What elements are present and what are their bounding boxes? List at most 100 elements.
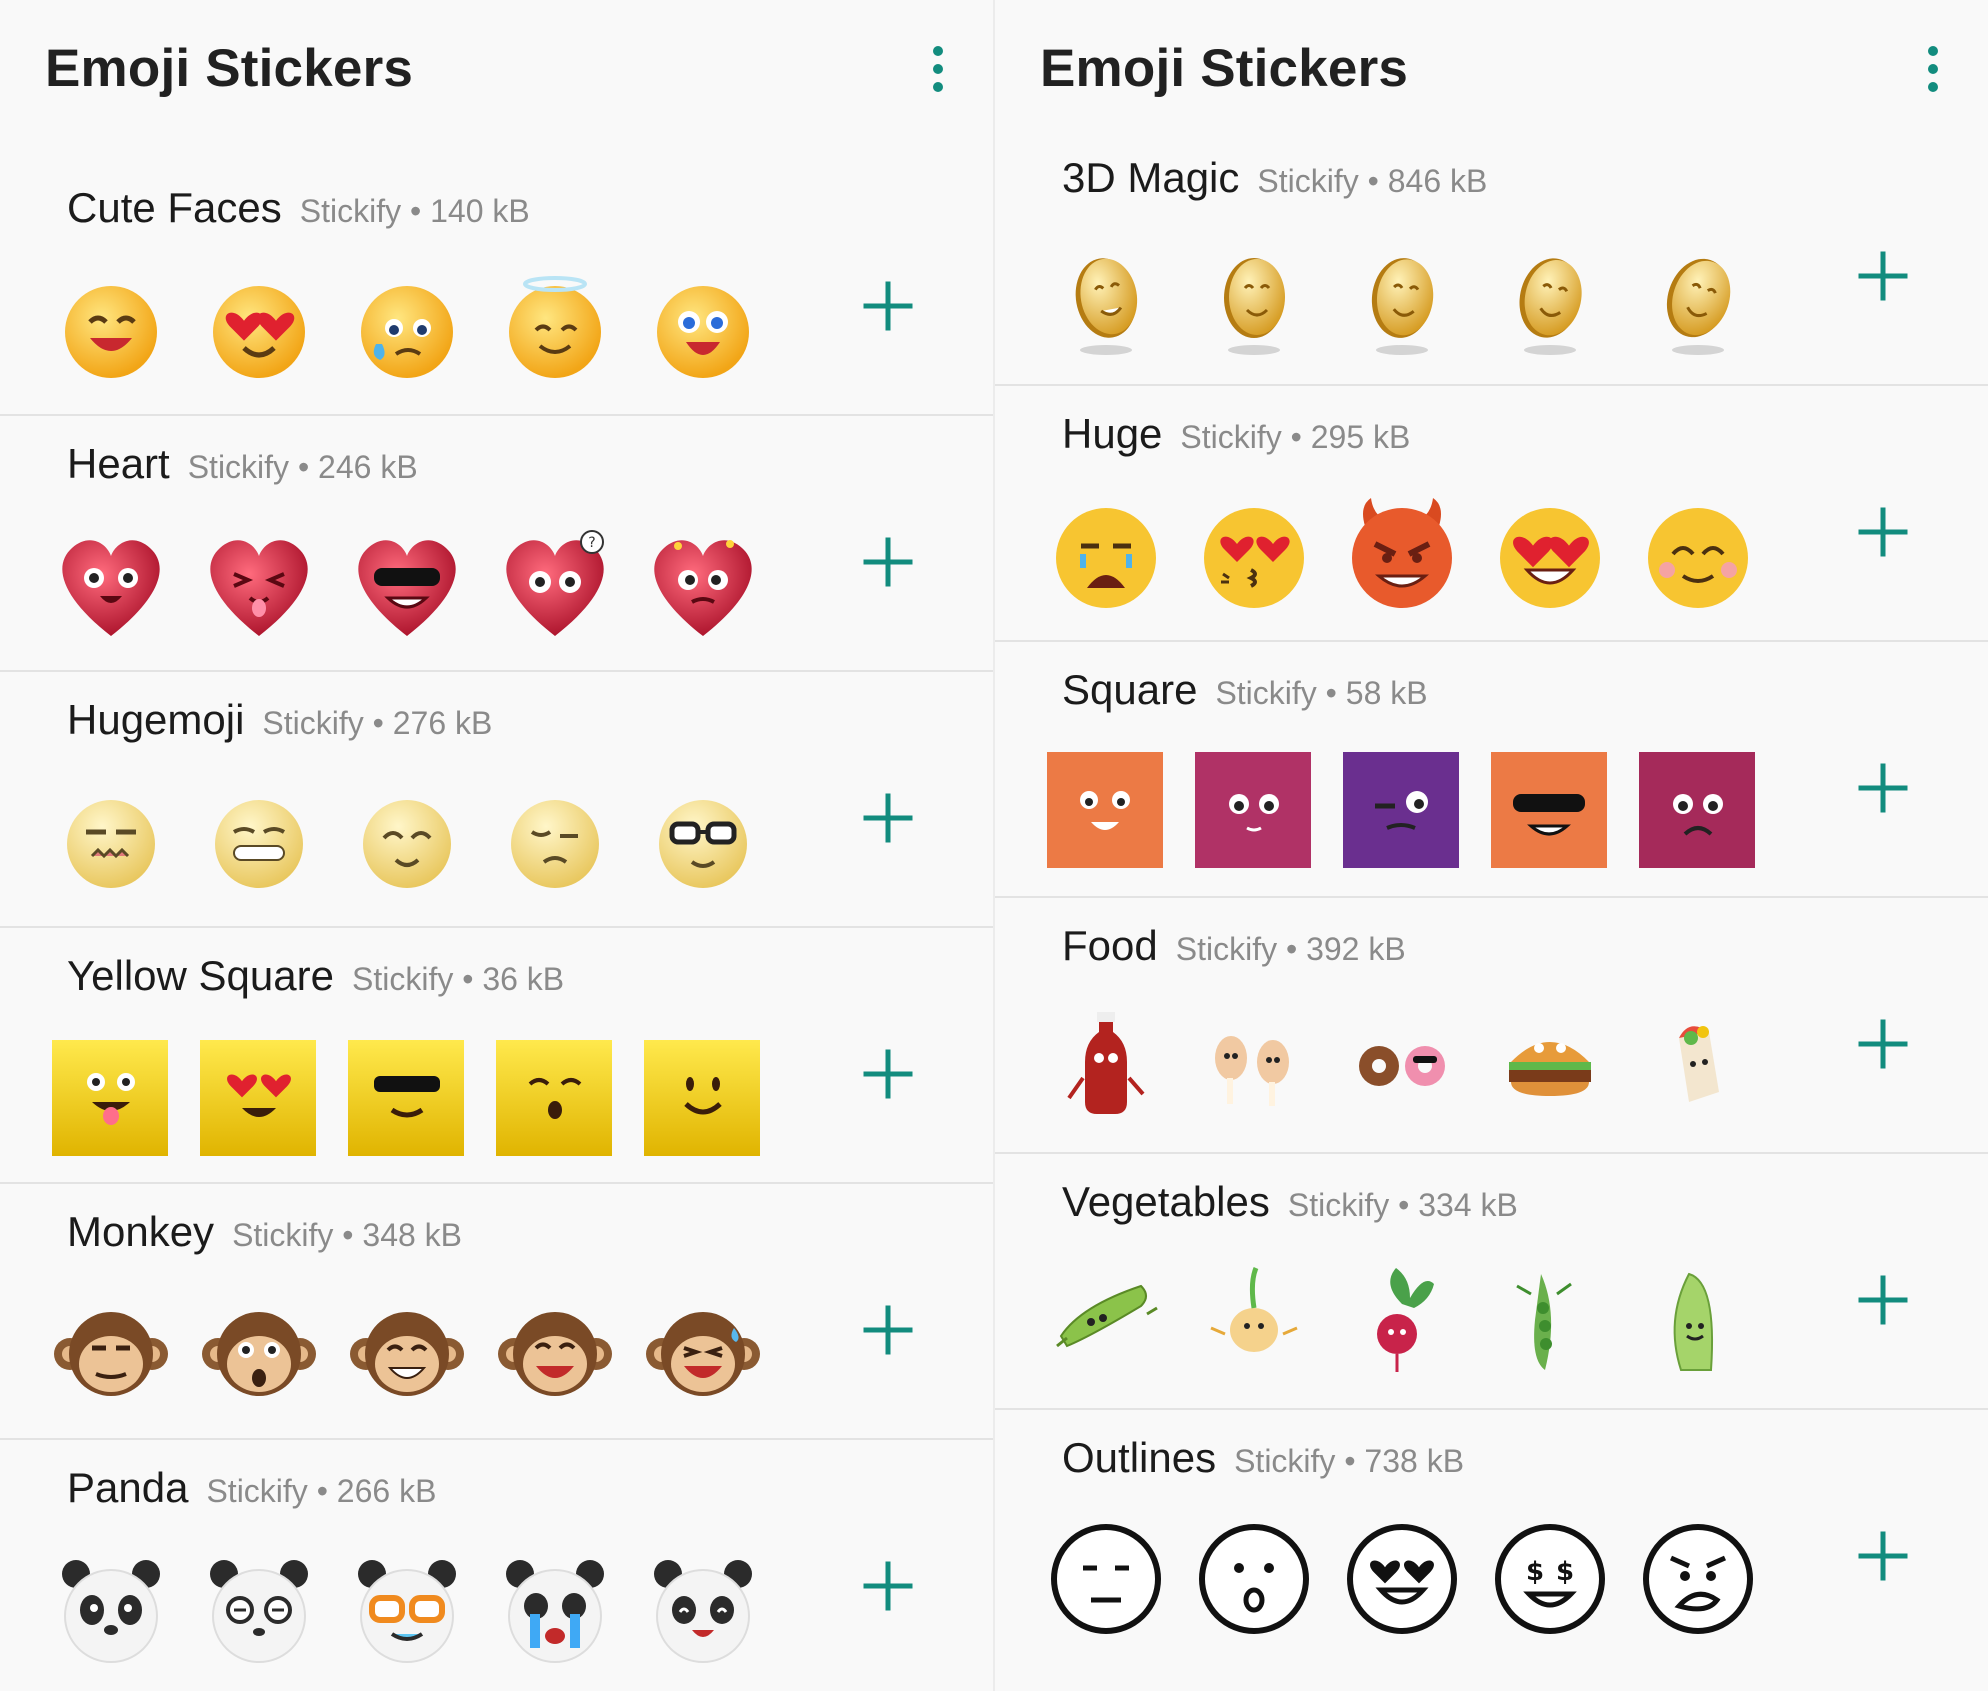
monkey-surprised-icon[interactable] <box>200 1294 318 1412</box>
more-vert-icon[interactable] <box>1923 46 1943 102</box>
pack-meta: Stickify • 295 kB <box>1180 419 1411 455</box>
ketchup-bottle-icon[interactable] <box>1047 1008 1165 1126</box>
add-plus-icon[interactable] <box>860 1046 916 1102</box>
coin-face-1-icon[interactable] <box>1047 240 1165 358</box>
pea-pod-icon[interactable] <box>1491 1264 1609 1382</box>
pack-header: Monkey Stickify • 348 kB <box>67 1208 462 1256</box>
pale-grin-icon[interactable] <box>200 782 318 900</box>
more-vert-icon[interactable] <box>928 46 948 102</box>
chicken-legs-icon[interactable] <box>1195 1008 1313 1126</box>
sticker-pack-row[interactable]: Panda Stickify • 266 kB <box>0 1440 993 1691</box>
panda-glasses-icon[interactable] <box>348 1550 466 1668</box>
radish-icon[interactable] <box>1343 1264 1461 1382</box>
sticker-pack-row[interactable]: Vegetables Stickify • 334 kB <box>995 1154 1988 1410</box>
sticker-pack-row[interactable]: 3D Magic Stickify • 846 kB <box>995 130 1988 386</box>
heart-question-icon[interactable]: ? <box>496 526 614 644</box>
crimson-square-face-icon[interactable] <box>1639 752 1757 870</box>
coin-face-4-icon[interactable] <box>1491 240 1609 358</box>
panda-neutral-icon[interactable] <box>52 1550 170 1668</box>
sticker-pack-row[interactable]: Food Stickify • 392 kB <box>995 898 1988 1154</box>
sticker-pack-row[interactable]: Huge Stickify • 295 kB <box>995 386 1988 642</box>
outline-angry-icon[interactable] <box>1639 1520 1757 1638</box>
coin-face-3-icon[interactable] <box>1343 240 1461 358</box>
heart-eyes-face-icon[interactable] <box>200 270 318 388</box>
add-plus-icon[interactable] <box>860 1302 916 1358</box>
orange-sunglasses-square-icon[interactable] <box>1491 752 1609 870</box>
pale-grimace-icon[interactable] <box>52 782 170 900</box>
devil-face-icon[interactable] <box>1343 496 1461 614</box>
burrito-icon[interactable] <box>1639 1008 1757 1126</box>
pale-confused-icon[interactable] <box>496 782 614 900</box>
add-plus-icon[interactable] <box>1855 248 1911 304</box>
pale-smile-icon[interactable] <box>348 782 466 900</box>
burger-icon[interactable] <box>1491 1008 1609 1126</box>
heart-eyes-face-icon[interactable] <box>1491 496 1609 614</box>
app-bar: Emoji Stickers <box>0 0 993 150</box>
add-plus-icon[interactable] <box>860 534 916 590</box>
heart-laughing-icon[interactable] <box>52 526 170 644</box>
purple-square-face-icon[interactable] <box>1343 752 1461 870</box>
sad-tear-face-icon[interactable] <box>348 270 466 388</box>
coin-face-2-icon[interactable] <box>1195 240 1313 358</box>
pack-header: Hugemoji Stickify • 276 kB <box>67 696 492 744</box>
add-plus-icon[interactable] <box>1855 760 1911 816</box>
add-plus-icon[interactable] <box>860 278 916 334</box>
heart-dizzy-icon[interactable] <box>644 526 762 644</box>
heart-sunglasses-icon[interactable] <box>348 526 466 644</box>
pack-name: Cute Faces <box>67 184 282 231</box>
panda-crying-icon[interactable] <box>496 1550 614 1668</box>
sticker-pack-row[interactable]: Yellow Square Stickify • 36 kB <box>0 928 993 1184</box>
square-sunglasses-icon[interactable] <box>348 1038 466 1156</box>
pack-meta: Stickify • 846 kB <box>1257 163 1488 199</box>
pack-name: Outlines <box>1062 1434 1217 1481</box>
svg-text:$: $ <box>1556 1557 1574 1587</box>
donuts-icon[interactable] <box>1343 1008 1461 1126</box>
square-smile-icon[interactable] <box>644 1038 762 1156</box>
heart-tongue-icon[interactable] <box>200 526 318 644</box>
sticker-pack-row[interactable]: Hugemoji Stickify • 276 kB <box>0 672 993 928</box>
outline-heart-eyes-icon[interactable] <box>1343 1520 1461 1638</box>
kissing-heart-face-icon[interactable] <box>1195 496 1313 614</box>
pack-meta: Stickify • 392 kB <box>1175 931 1406 967</box>
coin-face-5-icon[interactable] <box>1639 240 1757 358</box>
orange-square-face-icon[interactable] <box>1047 752 1165 870</box>
panda-happy-icon[interactable] <box>644 1550 762 1668</box>
grinning-face-icon[interactable] <box>52 270 170 388</box>
panel-left: Emoji Stickers Cute Faces Stickify • 140 … <box>0 0 993 1691</box>
square-wink-icon[interactable] <box>496 1038 614 1156</box>
add-plus-icon[interactable] <box>1855 1016 1911 1072</box>
sticker-pack-row[interactable]: Cute Faces Stickify • 140 kB <box>0 160 993 416</box>
sticker-pack-row[interactable]: Square Stickify • 58 kB <box>995 642 1988 898</box>
sticker-pack-row[interactable]: Heart Stickify • 246 kB ? <box>0 416 993 672</box>
add-plus-icon[interactable] <box>1855 1272 1911 1328</box>
angel-face-icon[interactable] <box>496 270 614 388</box>
surprised-face-icon[interactable] <box>644 270 762 388</box>
add-plus-icon[interactable] <box>860 790 916 846</box>
outline-neutral-icon[interactable] <box>1047 1520 1165 1638</box>
crying-face-icon[interactable] <box>1047 496 1165 614</box>
panda-dizzy-icon[interactable] <box>200 1550 318 1668</box>
onion-icon[interactable] <box>1195 1264 1313 1382</box>
app-bar: Emoji Stickers <box>995 0 1988 150</box>
add-plus-icon[interactable] <box>1855 1528 1911 1584</box>
add-plus-icon[interactable] <box>860 1558 916 1614</box>
outline-money-eyes-icon[interactable]: $ $ <box>1491 1520 1609 1638</box>
pack-meta: Stickify • 140 kB <box>299 193 530 229</box>
square-heart-eyes-icon[interactable] <box>200 1038 318 1156</box>
cucumber-icon[interactable] <box>1047 1264 1165 1382</box>
blush-face-icon[interactable] <box>1639 496 1757 614</box>
monkey-sweat-icon[interactable] <box>644 1294 762 1412</box>
sticker-pack-row[interactable]: Outlines Stickify • 738 kB $ $ <box>995 1410 1988 1664</box>
pale-glasses-icon[interactable] <box>644 782 762 900</box>
sticker-pack-row[interactable]: Monkey Stickify • 348 kB <box>0 1184 993 1440</box>
lettuce-icon[interactable] <box>1639 1264 1757 1382</box>
pack-header: Square Stickify • 58 kB <box>1062 666 1428 714</box>
monkey-grin-icon[interactable] <box>348 1294 466 1412</box>
add-plus-icon[interactable] <box>1855 504 1911 560</box>
pack-meta: Stickify • 58 kB <box>1215 675 1428 711</box>
square-tongue-icon[interactable] <box>52 1038 170 1156</box>
outline-surprised-icon[interactable] <box>1195 1520 1313 1638</box>
monkey-laugh-icon[interactable] <box>496 1294 614 1412</box>
monkey-smirk-icon[interactable] <box>52 1294 170 1412</box>
magenta-square-face-icon[interactable] <box>1195 752 1313 870</box>
